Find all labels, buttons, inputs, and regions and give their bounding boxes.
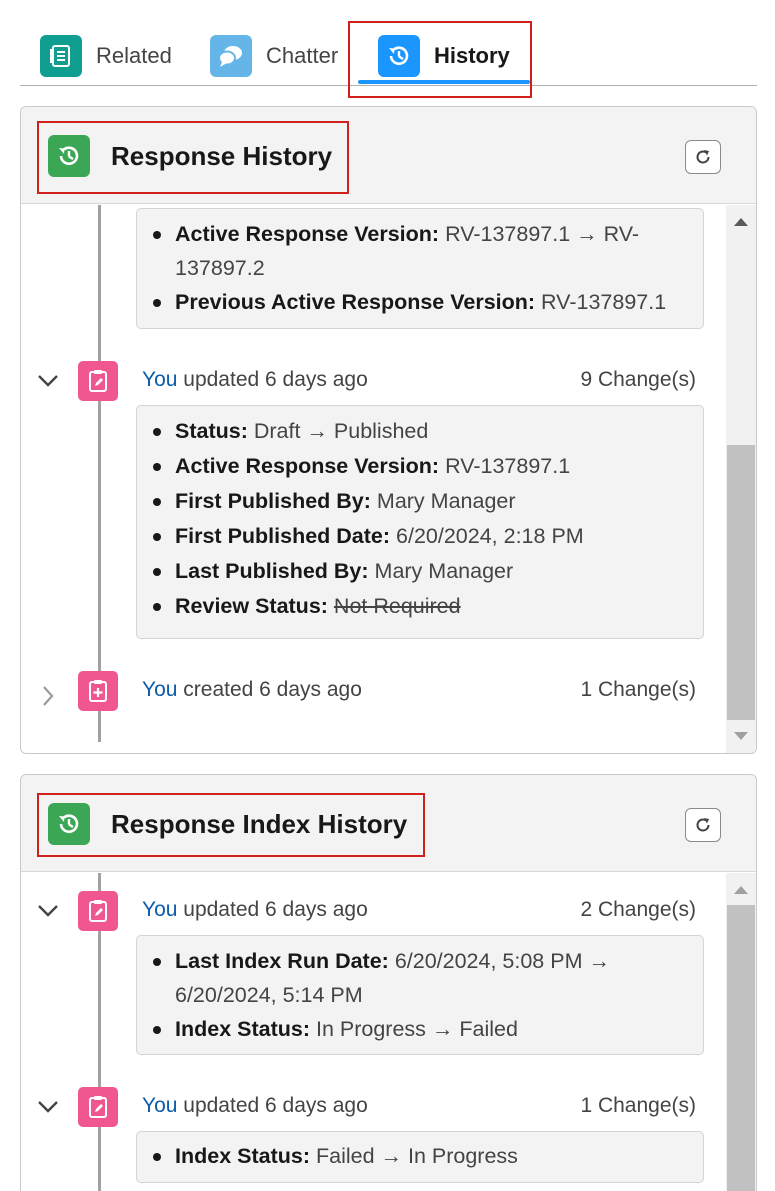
change-field: Last Index Run Date:	[175, 949, 389, 973]
change-item: Last Index Run Date: 6/20/2024, 5:08 PM …	[151, 944, 693, 1012]
response-history-refresh-button[interactable]	[685, 140, 721, 174]
change-value: Mary Manager	[374, 559, 514, 583]
change-field: Index Status:	[175, 1144, 310, 1168]
user-link[interactable]: You	[142, 368, 177, 391]
response-history-timeline: Active Response Version: RV-137897.1 → R…	[21, 205, 756, 753]
entry-summary: You created 6 days ago	[142, 678, 362, 702]
change-field: Active Response Version:	[175, 222, 440, 246]
change-value: 6/20/2024, 2:18 PM	[396, 524, 584, 548]
scroll-up-arrow[interactable]	[726, 209, 756, 235]
entry-summary: You updated 6 days ago	[142, 368, 368, 392]
change-field: Last Published By:	[175, 559, 369, 583]
scroll-thumb[interactable]	[727, 445, 755, 720]
change-list: Last Index Run Date: 6/20/2024, 5:08 PM …	[136, 935, 704, 1055]
user-link[interactable]: You	[142, 898, 177, 921]
scroll-up-arrow[interactable]	[726, 877, 756, 903]
history-tab-highlight	[348, 21, 532, 98]
change-item: Active Response Version: RV-137897.1	[151, 449, 693, 484]
chevron-down-icon	[38, 905, 58, 917]
change-list: Active Response Version: RV-137897.1 → R…	[136, 208, 704, 329]
tab-chatter[interactable]: Chatter	[210, 34, 338, 78]
change-count: 1 Change(s)	[580, 678, 696, 701]
related-list-icon	[40, 35, 82, 77]
change-count: 9 Change(s)	[580, 368, 696, 391]
change-field: Active Response Version:	[175, 454, 440, 478]
response-index-history-title-highlight	[37, 793, 425, 857]
change-field: Previous Active Response Version:	[175, 290, 536, 314]
triangle-down-icon	[734, 732, 748, 740]
chatter-icon	[210, 35, 252, 77]
response-history-title-highlight	[37, 121, 349, 194]
change-list: Status: Draft → Published Active Respons…	[136, 405, 704, 639]
change-value: In Progress → Failed	[315, 1017, 518, 1041]
response-index-history-refresh-button[interactable]	[685, 808, 721, 842]
change-value: Failed → In Progress	[315, 1144, 518, 1168]
change-item: First Published Date: 6/20/2024, 2:18 PM	[151, 519, 693, 554]
entry-action: updated 6 days ago	[177, 898, 368, 921]
change-item: First Published By: Mary Manager	[151, 484, 693, 519]
change-item: Active Response Version: RV-137897.1 → R…	[151, 217, 693, 285]
change-item: Index Status: In Progress → Failed	[151, 1012, 693, 1047]
entry-summary: You updated 6 days ago	[142, 1094, 368, 1118]
change-item: Index Status: Failed → In Progress	[151, 1139, 693, 1174]
create-record-icon	[78, 671, 118, 711]
update-record-icon	[78, 1087, 118, 1127]
expand-toggle[interactable]	[35, 368, 61, 394]
update-record-icon	[78, 361, 118, 401]
entry-action: updated 6 days ago	[177, 368, 368, 391]
response-index-history-card: Response Index History You updated 6 day…	[20, 774, 757, 1191]
response-history-card: Response History Active Response Version…	[20, 106, 757, 754]
refresh-icon	[696, 818, 710, 832]
tab-related-label: Related	[96, 43, 172, 68]
change-value-struck: Not Required	[333, 594, 461, 618]
response-index-history-scrollbar[interactable]	[726, 873, 756, 1191]
change-item: Last Published By: Mary Manager	[151, 554, 693, 589]
triangle-up-icon	[734, 218, 748, 226]
change-field: Review Status:	[175, 594, 328, 618]
change-field: Index Status:	[175, 1017, 310, 1041]
scroll-down-arrow[interactable]	[726, 723, 756, 749]
entry-summary: You updated 6 days ago	[142, 898, 368, 922]
chevron-down-icon	[38, 1101, 58, 1113]
entry-action: created 6 days ago	[177, 678, 362, 701]
tab-related[interactable]: Related	[40, 34, 172, 78]
scroll-thumb[interactable]	[727, 905, 755, 1191]
change-value: Mary Manager	[376, 489, 516, 513]
change-item: Status: Draft → Published	[151, 414, 693, 449]
timeline-line	[98, 205, 101, 742]
user-link[interactable]: You	[142, 678, 177, 701]
change-list: Index Status: Failed → In Progress	[136, 1131, 704, 1183]
expand-toggle[interactable]	[35, 1094, 61, 1120]
update-record-icon	[78, 891, 118, 931]
change-count: 1 Change(s)	[580, 1094, 696, 1117]
tab-chatter-label: Chatter	[266, 43, 339, 68]
expand-toggle[interactable]	[35, 898, 61, 924]
change-field: First Published Date:	[175, 524, 391, 548]
response-history-scrollbar[interactable]	[726, 205, 756, 753]
expand-toggle[interactable]	[35, 683, 61, 709]
change-count: 2 Change(s)	[580, 898, 696, 921]
chevron-right-icon	[43, 686, 54, 706]
chevron-down-icon	[38, 375, 58, 387]
triangle-up-icon	[734, 886, 748, 894]
change-value: Draft → Published	[253, 419, 429, 443]
change-item: Review Status: Not Required	[151, 589, 693, 624]
change-field: Status:	[175, 419, 248, 443]
refresh-icon	[696, 150, 710, 164]
change-field: First Published By:	[175, 489, 371, 513]
user-link[interactable]: You	[142, 1094, 177, 1117]
change-value: RV-137897.1	[445, 454, 571, 478]
response-index-history-timeline: You updated 6 days ago 2 Change(s) Last …	[21, 873, 756, 1191]
entry-action: updated 6 days ago	[177, 1094, 368, 1117]
change-item: Previous Active Response Version: RV-137…	[151, 285, 693, 320]
change-value: RV-137897.1	[541, 290, 667, 314]
